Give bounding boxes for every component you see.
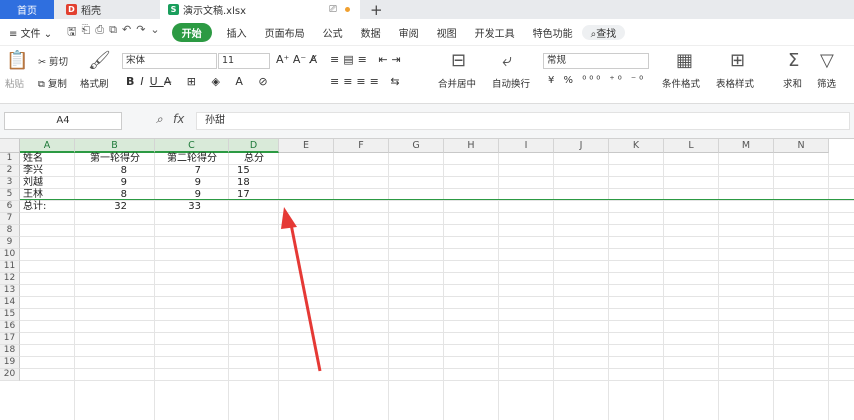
unsaved-dot-icon xyxy=(345,7,350,12)
dropdown-icon[interactable]: ⌄ xyxy=(150,23,159,42)
filter-icon[interactable]: ▽ xyxy=(820,50,834,71)
menu-review[interactable]: 审阅 xyxy=(390,25,428,40)
menu-formula[interactable]: 公式 xyxy=(314,25,352,40)
filter-label[interactable]: 筛选 xyxy=(817,76,836,90)
search-button[interactable]: ⌕查找 xyxy=(581,24,626,40)
monitor-icon[interactable]: ⎚ xyxy=(329,4,337,15)
menu-bar: ≡ 文件 ⌄ 🖫 ⎗ ⎙ ⧉ ↶ ↷ ⌄ 开始 插入 页面布局 公式 数据 审阅… xyxy=(0,19,854,46)
tab-file-label: 演示文稿.xlsx xyxy=(183,6,247,17)
conditional-format-icon[interactable]: ▦ xyxy=(676,50,693,71)
tab-bar: 首页 D 稻壳 S 演示文稿.xlsx ⎚ + xyxy=(0,0,854,19)
auto-wrap-label[interactable]: 自动换行 xyxy=(492,76,530,90)
file-menu-label: 文件 xyxy=(20,28,41,40)
menu-page-layout[interactable]: 页面布局 xyxy=(256,25,314,40)
number-format-icons[interactable]: ¥ % ⁰⁰⁰ ⁺⁰ ⁻⁰ xyxy=(548,75,646,86)
cut-label: 剪切 xyxy=(49,57,69,68)
new-tab-icon[interactable]: + xyxy=(370,1,383,19)
name-box[interactable]: A4 xyxy=(4,112,122,130)
font-size-value: 11 xyxy=(222,55,235,66)
tab-home[interactable]: 首页 xyxy=(0,0,54,19)
export-pdf-icon[interactable]: ⎗ xyxy=(82,23,91,42)
copy-icon: ⧉ xyxy=(38,79,45,90)
font-style-icons[interactable]: BIUA̶ ⊞ ◈ A ⊘ xyxy=(126,75,274,88)
redo-icon[interactable]: ↷ xyxy=(136,23,145,42)
tab-daoke-label: 稻壳 xyxy=(81,6,101,17)
menu-insert[interactable]: 插入 xyxy=(218,25,256,40)
menu-view[interactable]: 视图 xyxy=(428,25,466,40)
file-menu[interactable]: ≡ 文件 ⌄ xyxy=(0,25,61,40)
menu-start[interactable]: 开始 xyxy=(171,22,212,42)
sum-label[interactable]: 求和 xyxy=(783,76,802,90)
ribbon: 📋 粘贴 ✂ 剪切 ⧉ 复制 🖌 格式刷 宋体 11 A⁺ A⁻ A̸ BIUA… xyxy=(0,46,854,104)
undo-icon[interactable]: ↶ xyxy=(122,23,131,42)
spreadsheet-grid[interactable]: ABCDEFGHIJKLMN 1 2 3 5 6 7 8 9 10 11 12 13 14 15 16 17 1… xyxy=(0,139,854,420)
print-preview-icon[interactable]: ⧉ xyxy=(109,23,117,42)
tab-daoke[interactable]: D 稻壳 xyxy=(58,0,158,19)
merge-center-icon[interactable]: ⊟ xyxy=(451,50,466,71)
auto-wrap-icon[interactable]: ⤶ xyxy=(502,50,512,71)
font-name-select[interactable]: 宋体 xyxy=(122,53,217,69)
format-painter-icon[interactable]: 🖌 xyxy=(88,50,111,71)
annotation-arrow xyxy=(281,207,322,372)
fx-icon[interactable]: fx xyxy=(173,112,184,126)
font-size-select[interactable]: 11 xyxy=(218,53,270,69)
formula-bar: A4 ⌕ fx 孙甜 xyxy=(0,104,854,139)
merge-center-label[interactable]: 合并居中 xyxy=(438,76,476,90)
print-icon[interactable]: ⎙ xyxy=(95,23,104,42)
menu-developer[interactable]: 开发工具 xyxy=(466,25,524,40)
table-style-icon[interactable]: ⊞ xyxy=(730,50,745,71)
paste-label[interactable]: 粘贴 xyxy=(5,76,24,90)
tab-file[interactable]: S 演示文稿.xlsx ⎚ xyxy=(160,0,360,19)
align-top-icons[interactable]: ≡▤≡ ⇤⇥ xyxy=(330,53,405,66)
number-format-select[interactable]: 常规 xyxy=(543,53,649,69)
font-name-value: 宋体 xyxy=(126,55,146,66)
menu-data[interactable]: 数据 xyxy=(352,25,390,40)
zoom-icon[interactable]: ⌕ xyxy=(156,112,163,127)
align-horizontal-icons[interactable]: ≡≡≡≡ ⇆ xyxy=(330,75,404,88)
cut-button[interactable]: ✂ 剪切 xyxy=(38,54,68,68)
number-format-value: 常规 xyxy=(547,55,567,66)
table-style-label[interactable]: 表格样式 xyxy=(716,76,754,90)
tab-home-label: 首页 xyxy=(17,6,37,17)
daoke-logo-icon: D xyxy=(66,4,77,15)
quick-access-toolbar: 🖫 ⎗ ⎙ ⧉ ↶ ↷ ⌄ xyxy=(61,23,166,42)
formula-input[interactable]: 孙甜 xyxy=(196,112,850,130)
format-painter-label[interactable]: 格式刷 xyxy=(80,76,109,90)
conditional-format-label[interactable]: 条件格式 xyxy=(662,76,700,90)
sum-icon[interactable]: Σ xyxy=(788,50,799,71)
copy-label: 复制 xyxy=(47,79,67,90)
spreadsheet-logo-icon: S xyxy=(168,4,179,15)
menu-special[interactable]: 特色功能 xyxy=(524,25,582,40)
save-icon[interactable]: 🖫 xyxy=(67,23,76,42)
search-label: 查找 xyxy=(596,28,617,40)
paste-icon[interactable]: 📋 xyxy=(6,50,28,71)
copy-button[interactable]: ⧉ 复制 xyxy=(38,76,67,90)
font-grow-shrink-icon[interactable]: A⁺ A⁻ A̸ xyxy=(276,53,317,66)
cut-icon: ✂ xyxy=(38,57,46,68)
